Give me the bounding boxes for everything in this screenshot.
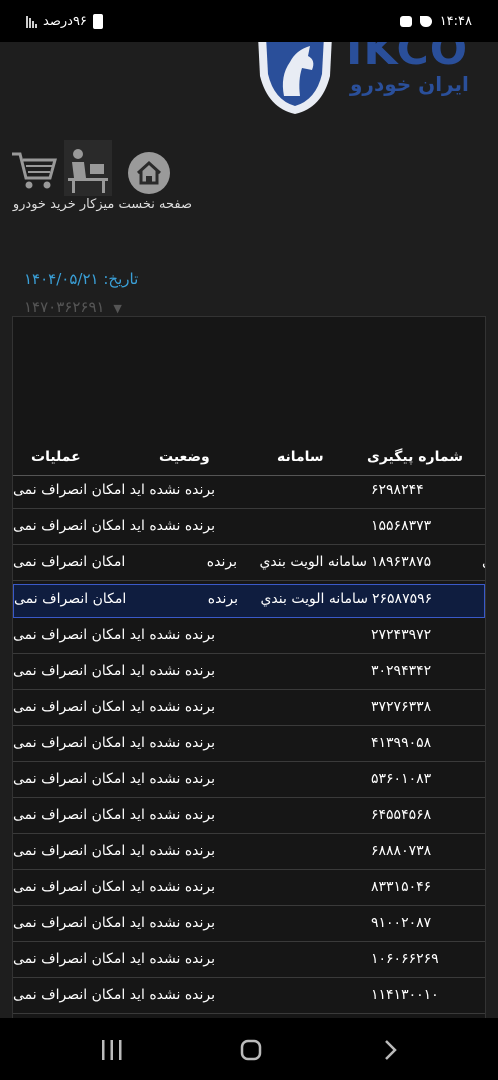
table-row[interactable]: ۳۷۲۷۶۳۳۸ برنده نشده اید امکان انصراف نمی — [13, 693, 485, 726]
tracking-cell: ۱۱۴۱۳۰۰۱۰ — [371, 987, 439, 1003]
system-cell: سامانه الويت بندي — [260, 591, 368, 607]
signal-icon — [26, 15, 37, 28]
battery-icon — [92, 14, 103, 29]
ops-cell: برنده نشده اید امکان انصراف نمی — [13, 627, 216, 643]
table-row[interactable]: ۴۱۳۹۹۰۵۸ برنده نشده اید امکان انصراف نمی — [13, 729, 485, 762]
ops-cell: برنده نشده اید امکان انصراف نمی — [13, 987, 216, 1003]
ikco-logo: IKCO ایران خودرو — [250, 42, 490, 116]
status-left: ۹۶درصد — [26, 14, 103, 29]
status-bar: ۹۶درصد ۱۴:۴۸ — [0, 0, 498, 42]
account-select[interactable]: ۱۴۷۰۳۶۲۶۹۱ ▼ — [24, 298, 122, 316]
ops-cell: برنده نشده اید امکان انصراف نمی — [13, 663, 216, 679]
col-ops: عملیات — [31, 449, 81, 465]
results-table: شماره پیگیری سامانه وضعیت عملیات ۶۲۹۸۲۴۴… — [13, 443, 485, 1018]
tracking-cell: ۵۳۶۰۱۰۸۳ — [371, 771, 432, 787]
nav-labels[interactable]: صفحه نخست میزکار خرید خودرو — [0, 197, 192, 212]
ops-cell: امکان انصراف نمی — [13, 554, 126, 570]
tracking-cell: ۸۳۳۱۵۰۴۶ — [371, 879, 432, 895]
table-row[interactable]: ۱۰۶۰۶۶۲۶۹ برنده نشده اید امکان انصراف نمی — [13, 945, 485, 978]
table-row[interactable]: ۶۲۹۸۲۴۴ برنده نشده اید امکان انصراف نمی — [13, 476, 485, 509]
table-row[interactable]: ۱۵۵۶۸۳۷۳ برنده نشده اید امکان انصراف نمی — [13, 512, 485, 545]
gallery-icon — [399, 16, 412, 27]
telegram-icon — [419, 16, 432, 27]
recent-apps-icon[interactable] — [100, 1040, 124, 1060]
cart-icon[interactable] — [10, 148, 58, 192]
status-cell: برنده — [207, 591, 238, 607]
tracking-cell: ۳۰۲۹۴۳۴۲ — [371, 663, 432, 679]
tracking-cell: ۹۱۰۰۲۰۸۷ — [371, 915, 432, 931]
table-row[interactable]: ۱۱۴۱۳۰۰۱۰ برنده نشده اید امکان انصراف نمی — [13, 981, 485, 1014]
date-value: ۱۴۰۴/۰۵/۲۱ — [24, 270, 99, 288]
status-cell: برنده — [206, 554, 237, 570]
tracking-cell: ۱۸۹۶۳۸۷۵ — [371, 554, 432, 570]
table-row[interactable]: ۲۶۵۸۷۵۹۶ سامانه الويت بندي برنده امکان انصر… — [13, 584, 485, 618]
date-label: تاریخ: — [103, 270, 139, 288]
ops-cell: برنده نشده اید امکان انصراف نمی — [13, 807, 216, 823]
home-nav-icon[interactable] — [240, 1039, 262, 1061]
app-view: IKCO ایران خودرو صفحه نخست میزکار خرید خ… — [0, 42, 498, 1018]
ops-cell: برنده نشده اید امکان انصراف نمی — [13, 951, 216, 967]
ops-cell: امکان انصراف نمی — [14, 591, 127, 607]
table-row[interactable]: ۶۴۵۵۴۵۶۸ برنده نشده اید امکان انصراف نمی — [13, 801, 485, 834]
status-right: ۱۴:۴۸ — [399, 14, 472, 29]
col-tracking: شماره پیگیری — [367, 449, 463, 465]
battery-text: ۹۶درصد — [43, 14, 87, 29]
ops-cell: برنده نشده اید امکان انصراف نمی — [13, 843, 216, 859]
table-header: شماره پیگیری سامانه وضعیت عملیات — [13, 443, 485, 476]
overflow-cell: ی — [473, 554, 485, 570]
ops-cell: برنده نشده اید امکان انصراف نمی — [13, 518, 216, 534]
table-body: ۶۲۹۸۲۴۴ برنده نشده اید امکان انصراف نمی ۱۵… — [13, 476, 485, 1018]
tracking-cell: ۲۶۵۸۷۵۹۶ — [372, 591, 433, 607]
tracking-cell: ۱۵۵۶۸۳۷۳ — [371, 518, 432, 534]
col-system: سامانه — [277, 449, 324, 465]
account-number: ۱۴۷۰۳۶۲۶۹۱ — [24, 298, 105, 316]
chevron-down-icon: ▼ — [113, 302, 122, 315]
ops-cell: برنده نشده اید امکان انصراف نمی — [13, 699, 216, 715]
tracking-cell: ۳۷۲۷۶۳۳۸ — [371, 699, 432, 715]
ops-cell: برنده نشده اید امکان انصراف نمی — [13, 735, 216, 751]
desk-icon[interactable] — [64, 140, 112, 196]
table-row[interactable]: ۳۰۲۹۴۳۴۲ برنده نشده اید امکان انصراف نمی — [13, 657, 485, 690]
ops-cell: برنده نشده اید امکان انصراف نمی — [13, 482, 216, 498]
ops-cell: برنده نشده اید امکان انصراف نمی — [13, 771, 216, 787]
brand-name: IKCO — [346, 42, 469, 75]
table-row[interactable]: ۲۷۲۴۳۹۷۲ برنده نشده اید امکان انصراف نمی — [13, 621, 485, 654]
date-line: تاریخ: ۱۴۰۴/۰۵/۲۱ — [24, 270, 138, 288]
ops-cell: برنده نشده اید امکان انصراف نمی — [13, 879, 216, 895]
table-row[interactable]: ۶۸۸۸۰۷۳۸ برنده نشده اید امکان انصراف نمی — [13, 837, 485, 870]
results-panel: شماره پیگیری سامانه وضعیت عملیات ۶۲۹۸۲۴۴… — [12, 316, 486, 1018]
status-time: ۱۴:۴۸ — [439, 14, 472, 29]
back-icon[interactable] — [382, 1039, 398, 1061]
table-row[interactable]: ۹۱۰۰۲۰۸۷ برنده نشده اید امکان انصراف نمی — [13, 909, 485, 942]
tracking-cell: ۶۴۵۵۴۵۶۸ — [371, 807, 432, 823]
tracking-cell: ۶۲۹۸۲۴۴ — [371, 482, 424, 498]
tracking-cell: ۶۸۸۸۰۷۳۸ — [371, 843, 432, 859]
col-status: وضعیت — [159, 449, 210, 465]
ops-cell: برنده نشده اید امکان انصراف نمی — [13, 915, 216, 931]
table-row[interactable]: ۸۳۳۱۵۰۴۶ برنده نشده اید امکان انصراف نمی — [13, 873, 485, 906]
tracking-cell: ۱۰۶۰۶۶۲۶۹ — [371, 951, 439, 967]
table-row[interactable]: ۱۸۹۶۳۸۷۵ سامانه الويت بندي برنده امکان انصر… — [13, 548, 485, 581]
tracking-cell: ۴۱۳۹۹۰۵۸ — [371, 735, 432, 751]
brand-name-fa: ایران خودرو — [350, 72, 469, 96]
horse-logo-icon — [258, 42, 332, 114]
home-icon[interactable] — [126, 150, 172, 196]
tracking-cell: ۲۷۲۴۳۹۷۲ — [371, 627, 432, 643]
system-cell: سامانه الويت بندي — [259, 554, 367, 570]
table-row[interactable]: ۵۳۶۰۱۰۸۳ برنده نشده اید امکان انصراف نمی — [13, 765, 485, 798]
system-nav-bar — [0, 1018, 498, 1080]
